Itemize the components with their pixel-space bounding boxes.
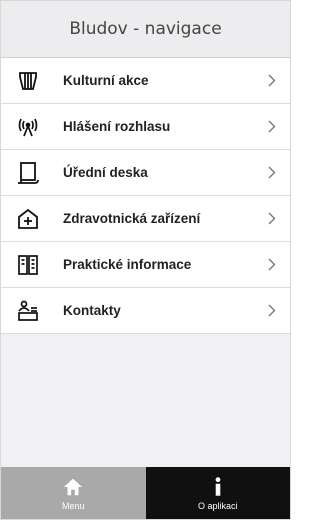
chevron-right-icon xyxy=(266,212,278,226)
menu-item-kulturni-akce[interactable]: Kulturní akce xyxy=(1,58,290,104)
menu-item-kontakty[interactable]: Kontakty xyxy=(1,288,290,334)
tab-menu[interactable]: Menu xyxy=(1,467,146,519)
menu-item-zdravotnicka-zarizeni[interactable]: Zdravotnická zařízení xyxy=(1,196,290,242)
chevron-right-icon xyxy=(266,120,278,134)
notice-board-icon xyxy=(15,160,41,186)
tab-about-app[interactable]: O aplikaci xyxy=(145,467,290,519)
chevron-right-icon xyxy=(266,304,278,318)
bottom-tab-bar: Menu O aplikaci xyxy=(1,467,290,519)
app-window: Bludov - navigace Kulturní akce Hlášení … xyxy=(0,0,291,520)
menu-item-label: Hlášení rozhlasu xyxy=(63,119,171,134)
page-header: Bludov - navigace xyxy=(1,1,290,58)
info-icon xyxy=(215,476,221,496)
page-title: Bludov - navigace xyxy=(69,19,222,39)
home-icon xyxy=(64,478,83,495)
navigation-menu: Kulturní akce Hlášení rozhlasu Úřední de… xyxy=(1,58,290,334)
info-book-icon xyxy=(15,252,41,278)
menu-item-label: Praktické informace xyxy=(63,257,192,272)
menu-item-label: Kulturní akce xyxy=(63,73,149,88)
chevron-right-icon xyxy=(266,166,278,180)
chevron-right-icon xyxy=(266,74,278,88)
tab-about-label: O aplikaci xyxy=(197,500,238,511)
menu-item-label: Úřední deska xyxy=(63,165,148,180)
harp-icon xyxy=(15,68,41,94)
chevron-right-icon xyxy=(266,258,278,272)
broadcast-antenna-icon xyxy=(15,114,41,140)
menu-item-label: Zdravotnická zařízení xyxy=(63,211,201,226)
menu-item-uredni-deska[interactable]: Úřední deska xyxy=(1,150,290,196)
tab-menu-label: Menu xyxy=(61,500,85,511)
menu-item-prakticke-informace[interactable]: Praktické informace xyxy=(1,242,290,288)
menu-item-hlaseni-rozhlasu[interactable]: Hlášení rozhlasu xyxy=(1,104,290,150)
menu-item-label: Kontakty xyxy=(63,303,121,318)
contacts-icon xyxy=(15,298,41,324)
medical-kit-icon xyxy=(15,206,41,232)
